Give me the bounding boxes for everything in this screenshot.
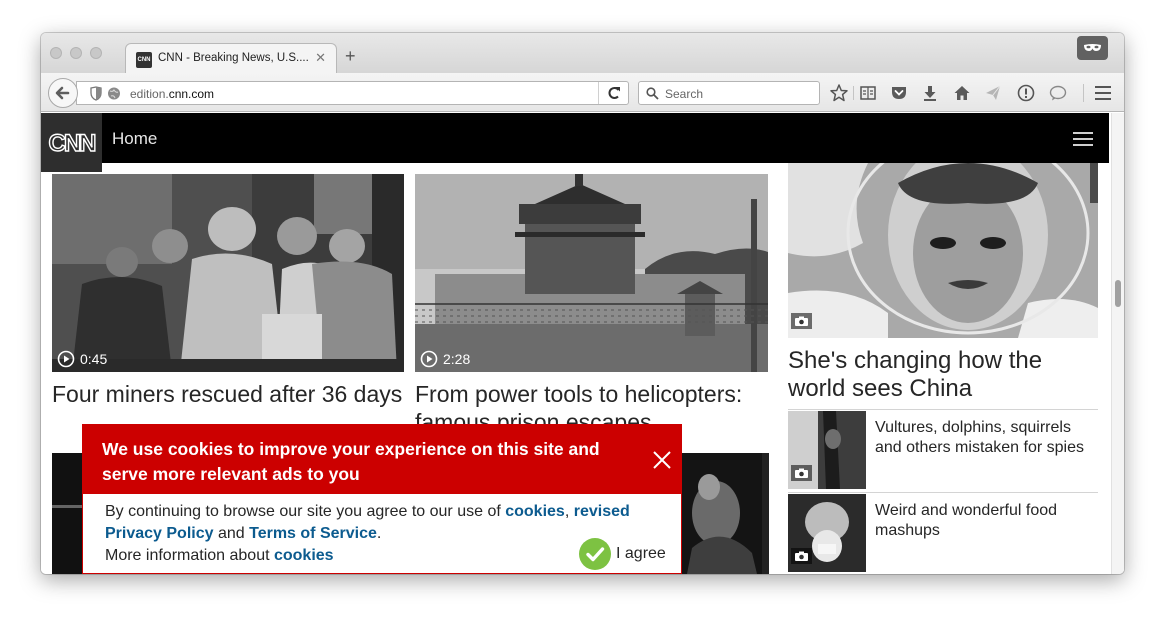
svg-text:CNN: CNN <box>49 130 96 157</box>
feature-headline[interactable]: She's changing how the world sees China <box>788 347 1103 403</box>
hamburger-menu-icon[interactable] <box>1073 132 1093 146</box>
scrollbar-thumb[interactable] <box>1115 280 1121 307</box>
private-browsing-mask-icon <box>1077 36 1108 60</box>
home-icon[interactable] <box>952 83 972 103</box>
browser-tab[interactable]: CNN CNN - Breaking News, U.S.... ✕ <box>125 43 337 74</box>
reading-list-icon[interactable] <box>858 83 878 103</box>
pocket-icon[interactable] <box>889 83 909 103</box>
menu-icon[interactable] <box>1095 86 1111 100</box>
story-image-right[interactable] <box>682 453 769 574</box>
checkmark-icon <box>579 538 611 570</box>
cookie-text: and <box>213 525 250 542</box>
send-icon[interactable] <box>983 83 1003 103</box>
search-icon <box>646 87 659 100</box>
download-icon[interactable] <box>920 83 940 103</box>
cnn-logo-icon[interactable]: CNN <box>41 113 102 172</box>
cookie-banner-title: We use cookies to improve your experienc… <box>102 439 600 484</box>
navigation-toolbar: edition.cnn.com Search <box>41 73 1124 112</box>
site-identity-icon[interactable] <box>89 86 123 101</box>
cookie-banner-header: We use cookies to improve your experienc… <box>83 425 681 494</box>
cookies-info-link[interactable]: cookies <box>274 547 334 564</box>
title-bar: CNN CNN - Breaking News, U.S.... ✕ + <box>41 33 1124 74</box>
toolbar-divider <box>853 86 854 100</box>
back-button[interactable] <box>48 78 78 108</box>
cookie-consent-banner: We use cookies to improve your experienc… <box>82 424 682 574</box>
url-bar[interactable]: edition.cnn.com <box>76 81 629 105</box>
play-icon <box>57 350 75 368</box>
cookie-text: More information about <box>105 547 274 564</box>
camera-icon <box>791 465 812 481</box>
cookie-text: By continuing to browse our site you agr… <box>105 503 506 520</box>
side-headline: Vultures, dolphins, squirrels and others… <box>875 419 1084 456</box>
info-circle-icon[interactable] <box>1016 83 1036 103</box>
new-tab-icon[interactable]: + <box>345 47 356 65</box>
url-text: edition.cnn.com <box>130 87 215 101</box>
bookmark-star-icon[interactable] <box>829 83 849 103</box>
video-duration: 0:45 <box>80 351 108 367</box>
window-zoom-button[interactable] <box>90 47 102 59</box>
feature-gallery-china[interactable] <box>788 163 1098 338</box>
story-video-miners[interactable]: 0:45 <box>52 174 404 372</box>
sidebar-item-spies[interactable]: Vultures, dolphins, squirrels and others… <box>788 409 1098 489</box>
story-headline[interactable]: Four miners rescued after 36 days <box>52 380 412 408</box>
story-video-prison[interactable]: 2:28 <box>415 174 768 372</box>
page-scrollbar[interactable] <box>1111 113 1124 574</box>
camera-icon <box>791 548 812 564</box>
cnn-favicon-icon: CNN <box>136 52 152 68</box>
search-placeholder: Search <box>665 87 704 101</box>
cnn-header-nav: CNN Home <box>41 113 1109 172</box>
cookies-link[interactable]: cookies <box>505 503 565 520</box>
story-image <box>682 453 769 574</box>
astronaut-portrait-image <box>788 163 1098 338</box>
terms-of-service-link[interactable]: Terms of Service <box>249 525 377 542</box>
sidebar-item-food[interactable]: Weird and wonderful food mashups <box>788 492 1098 572</box>
cookie-text: , <box>564 503 574 520</box>
agree-label: I agree <box>616 545 666 562</box>
window-close-button[interactable] <box>50 47 62 59</box>
tab-title: CNN - Breaking News, U.S.... <box>158 52 308 64</box>
search-input[interactable]: Search <box>638 81 820 105</box>
miners-rescue-video-thumbnail <box>52 174 404 372</box>
tab-close-icon[interactable]: ✕ <box>315 50 326 66</box>
camera-icon <box>791 313 812 329</box>
close-icon[interactable] <box>651 449 673 471</box>
agree-button[interactable]: I agree <box>579 538 679 572</box>
side-headline: Weird and wonderful food mashups <box>875 502 1058 539</box>
play-icon <box>420 350 438 368</box>
video-duration: 2:28 <box>443 351 471 367</box>
browser-window: CNN CNN - Breaking News, U.S.... ✕ + edi… <box>41 33 1124 574</box>
window-minimize-button[interactable] <box>70 47 82 59</box>
chat-bubble-icon[interactable] <box>1048 83 1068 103</box>
prison-tower-video-thumbnail <box>415 174 768 372</box>
toolbar-divider <box>1083 84 1084 102</box>
nav-home-link[interactable]: Home <box>112 129 157 149</box>
page-viewport: 0:45 Four miners rescued after 36 days 2… <box>41 113 1124 574</box>
cookie-text: . <box>376 525 382 542</box>
reload-icon[interactable] <box>598 82 628 104</box>
